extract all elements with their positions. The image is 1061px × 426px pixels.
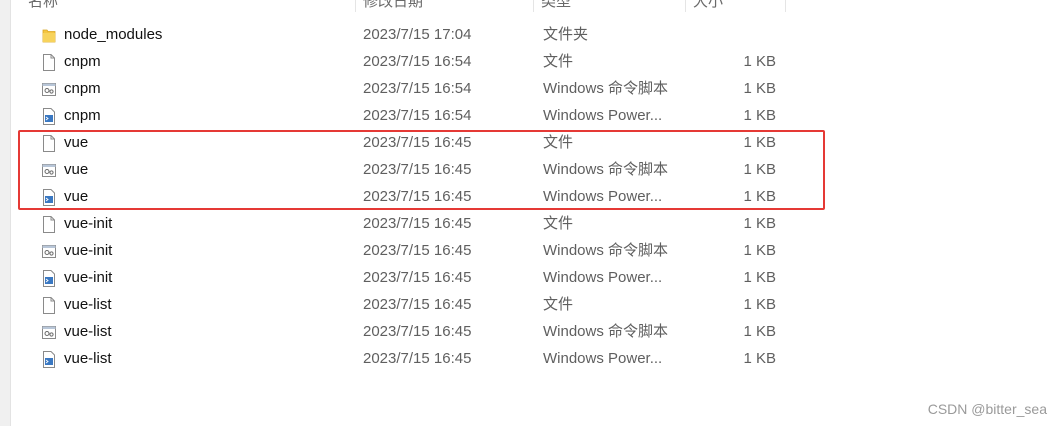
file-name: cnpm — [64, 80, 101, 97]
file-type: 文件 — [543, 215, 574, 232]
file-type: Windows 命令脚本 — [543, 80, 669, 97]
file-type: Windows 命令脚本 — [543, 323, 669, 340]
file-date: 2023/7/15 16:45 — [363, 350, 472, 367]
file-size: 1 KB — [743, 269, 776, 286]
file-date: 2023/7/15 17:04 — [363, 26, 472, 43]
column-header-size[interactable]: 大小 — [693, 0, 783, 12]
column-divider[interactable] — [533, 0, 534, 12]
cmd-script-icon — [42, 323, 56, 340]
file-size: 1 KB — [743, 323, 776, 340]
column-divider[interactable] — [685, 0, 686, 12]
cmd-script-icon — [42, 242, 56, 259]
file-date: 2023/7/15 16:45 — [363, 269, 472, 286]
file-row[interactable]: cnpm 2023/7/15 16:54 Windows Power... 1 … — [34, 102, 794, 129]
file-row[interactable]: vue-init 2023/7/15 16:45 文件 1 KB — [34, 210, 794, 237]
file-type: 文件 — [543, 53, 574, 70]
file-date: 2023/7/15 16:45 — [363, 215, 472, 232]
file-row[interactable]: vue-init 2023/7/15 16:45 Windows Power..… — [34, 264, 794, 291]
file-type: Windows Power... — [543, 350, 663, 367]
file-date: 2023/7/15 16:45 — [363, 323, 472, 340]
folder-icon — [42, 26, 56, 43]
file-row[interactable]: cnpm 2023/7/15 16:54 Windows 命令脚本 1 KB — [34, 75, 794, 102]
file-size: 1 KB — [743, 350, 776, 367]
file-name: cnpm — [64, 107, 101, 124]
file-date: 2023/7/15 16:45 — [363, 296, 472, 313]
watermark: CSDN @bitter_sea — [927, 401, 1047, 417]
file-row[interactable]: node_modules 2023/7/15 17:04 文件夹 — [34, 21, 794, 48]
file-type: 文件 — [543, 296, 574, 313]
file-size: 1 KB — [743, 296, 776, 313]
powershell-icon — [42, 107, 56, 125]
file-date: 2023/7/15 16:45 — [363, 242, 472, 259]
file-name: vue-list — [64, 350, 112, 367]
file-row[interactable]: vue-list 2023/7/15 16:45 Windows Power..… — [34, 345, 794, 372]
file-row[interactable]: vue-init 2023/7/15 16:45 Windows 命令脚本 1 … — [34, 237, 794, 264]
blank-file-icon — [42, 53, 56, 71]
file-size: 1 KB — [743, 107, 776, 124]
file-size: 1 KB — [743, 215, 776, 232]
powershell-icon — [42, 269, 56, 287]
file-type: Windows Power... — [543, 107, 663, 124]
column-divider[interactable] — [785, 0, 786, 12]
column-header-date[interactable]: 修改日期 — [363, 0, 533, 12]
file-size: 1 KB — [743, 242, 776, 259]
column-header: 名称 修改日期 类型 大小 — [10, 0, 1061, 12]
file-name: vue-init — [64, 215, 113, 232]
file-date: 2023/7/15 16:54 — [363, 53, 472, 70]
file-size: 1 KB — [743, 53, 776, 70]
file-row[interactable]: cnpm 2023/7/15 16:54 文件 1 KB — [34, 48, 794, 75]
file-row[interactable]: vue-list 2023/7/15 16:45 文件 1 KB — [34, 291, 794, 318]
file-name: cnpm — [64, 53, 101, 70]
column-header-type[interactable]: 类型 — [541, 0, 681, 12]
blank-file-icon — [42, 215, 56, 233]
file-name: vue-list — [64, 296, 112, 313]
file-size: 1 KB — [743, 80, 776, 97]
file-type: 文件夹 — [543, 26, 589, 43]
blank-file-icon — [42, 296, 56, 314]
cmd-script-icon — [42, 80, 56, 97]
file-name: node_modules — [64, 26, 163, 43]
file-row[interactable]: vue-list 2023/7/15 16:45 Windows 命令脚本 1 … — [34, 318, 794, 345]
file-type: Windows 命令脚本 — [543, 242, 669, 259]
column-divider[interactable] — [355, 0, 356, 12]
navigation-pane-edge — [0, 0, 11, 426]
file-type: Windows Power... — [543, 269, 663, 286]
column-header-name[interactable]: 名称 — [28, 0, 348, 12]
file-date: 2023/7/15 16:54 — [363, 80, 472, 97]
file-date: 2023/7/15 16:54 — [363, 107, 472, 124]
highlight-box — [18, 130, 825, 210]
file-name: vue-init — [64, 269, 113, 286]
file-name: vue-list — [64, 323, 112, 340]
powershell-icon — [42, 350, 56, 368]
file-name: vue-init — [64, 242, 113, 259]
